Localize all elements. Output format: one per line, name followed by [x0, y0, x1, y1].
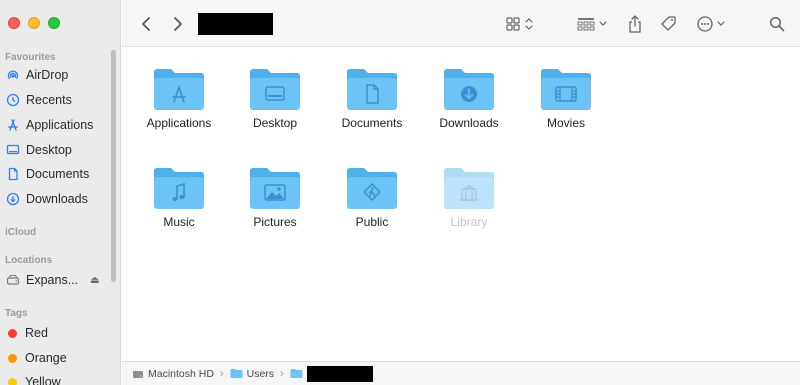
- minimize-window-button[interactable]: [28, 17, 40, 29]
- desktop-icon: [6, 143, 20, 157]
- pictures-folder-icon: [248, 165, 302, 211]
- folder-icon: [230, 369, 243, 378]
- sidebar-item-label: Orange: [25, 351, 67, 365]
- folder-pictures[interactable]: Pictures: [226, 165, 324, 229]
- public-folder-icon: [345, 165, 399, 211]
- folder-movies[interactable]: Movies: [517, 66, 615, 130]
- path-crumb-home[interactable]: [290, 365, 373, 382]
- sidebar-item-label: Yellow: [25, 375, 61, 385]
- folder-desktop[interactable]: Desktop: [226, 66, 324, 130]
- search-icon: [769, 16, 785, 32]
- section-title-locations: Locations: [5, 255, 53, 266]
- sidebar-item-downloads[interactable]: Downloads: [6, 189, 114, 209]
- sidebar-item-label: Expans...: [26, 273, 79, 287]
- folder-library[interactable]: Library: [420, 165, 518, 229]
- folder-label: Movies: [546, 116, 585, 130]
- section-title-tags: Tags: [5, 308, 28, 319]
- back-chevron-icon: [142, 17, 150, 31]
- path-crumb-label: Users: [246, 367, 275, 380]
- sidebar-tag-yellow[interactable]: Yellow: [6, 372, 114, 385]
- folder-music[interactable]: Music: [130, 165, 228, 229]
- sidebar-item-desktop[interactable]: Desktop: [6, 140, 114, 160]
- path-crumb-label: Macintosh HD: [148, 367, 214, 380]
- sidebar-item-label: AirDrop: [26, 68, 69, 82]
- sidebar-item-label: Documents: [26, 167, 90, 181]
- home-folder-name-redacted: [306, 365, 373, 382]
- forward-chevron-icon: [174, 17, 182, 31]
- folder-public[interactable]: Public: [323, 165, 421, 229]
- path-crumb-users[interactable]: Users: [230, 368, 274, 380]
- sidebar-item-documents[interactable]: Documents: [6, 164, 114, 184]
- ellipsis-circle-icon: [697, 16, 725, 32]
- path-separator-icon: ›: [219, 367, 224, 380]
- folder-label: Pictures: [253, 215, 297, 229]
- section-title-favourites: Favourites: [5, 52, 56, 63]
- sidebar-item-label: Applications: [26, 118, 94, 132]
- folder-documents[interactable]: Documents: [323, 66, 421, 130]
- zoom-window-button[interactable]: [48, 17, 60, 29]
- hard-disk-icon: [133, 370, 143, 378]
- search-button[interactable]: [766, 12, 788, 36]
- back-button[interactable]: [136, 12, 156, 36]
- sidebar-tag-orange[interactable]: Orange: [6, 348, 114, 368]
- applications-icon: [6, 118, 20, 132]
- folder-label: Music: [163, 215, 195, 229]
- sidebar-item-label: Recents: [26, 93, 72, 107]
- folder-label: Documents: [341, 116, 403, 130]
- window-title-redacted: [198, 13, 273, 35]
- sidebar-item-label: Red: [25, 326, 48, 340]
- tag-red-dot: [8, 328, 17, 338]
- drive-icon: [6, 273, 20, 287]
- downloads-folder-icon: [442, 66, 496, 112]
- sidebar-tag-red[interactable]: Red: [6, 323, 114, 343]
- music-folder-icon: [152, 165, 206, 211]
- movies-folder-icon: [539, 66, 593, 112]
- folder-label: Desktop: [252, 116, 298, 130]
- eject-icon[interactable]: ⏏: [90, 275, 99, 286]
- download-icon: [6, 192, 20, 206]
- folder-grid: Applications Desktop Documents Downloads…: [122, 48, 800, 360]
- path-bar: Macintosh HD › Users ›: [122, 361, 800, 385]
- sidebar-item-label: Desktop: [26, 143, 72, 157]
- tag-button[interactable]: [658, 12, 680, 36]
- tag-icon: [661, 16, 676, 31]
- folder-icon: [290, 369, 303, 378]
- section-title-icloud: iCloud: [5, 227, 37, 238]
- sidebar-item-expansion-drive[interactable]: Expans... ⏏: [6, 270, 114, 290]
- folder-downloads[interactable]: Downloads: [420, 66, 518, 130]
- desktop-folder-icon: [248, 66, 302, 112]
- sidebar-item-applications[interactable]: Applications: [6, 115, 114, 135]
- clock-icon: [6, 93, 20, 107]
- documents-folder-icon: [345, 66, 399, 112]
- folder-applications[interactable]: Applications: [130, 66, 228, 130]
- folder-label: Public: [355, 215, 389, 229]
- tag-orange-dot: [8, 353, 17, 363]
- close-window-button[interactable]: [8, 17, 20, 29]
- forward-button[interactable]: [168, 12, 188, 36]
- toolbar: [122, 0, 800, 47]
- path-crumb-disk[interactable]: Macintosh HD: [132, 368, 214, 380]
- sidebar: Favourites AirDrop Recents Applications …: [0, 0, 121, 385]
- library-folder-icon: [442, 165, 496, 211]
- document-icon: [6, 167, 20, 181]
- folder-label: Applications: [146, 116, 212, 130]
- sidebar-item-label: Downloads: [26, 192, 88, 206]
- sidebar-item-airdrop[interactable]: AirDrop: [6, 65, 114, 85]
- share-icon: [629, 15, 641, 33]
- folder-label: Downloads: [439, 116, 499, 130]
- tag-yellow-dot: [8, 377, 17, 385]
- view-mode-button[interactable]: [504, 12, 540, 36]
- airdrop-icon: [6, 68, 20, 82]
- applications-folder-icon: [152, 66, 206, 112]
- folder-label: Library: [450, 215, 488, 229]
- sidebar-item-recents[interactable]: Recents: [6, 90, 114, 110]
- share-button[interactable]: [624, 12, 646, 36]
- group-by-button[interactable]: [576, 12, 612, 36]
- window-controls: [8, 17, 60, 29]
- more-actions-button[interactable]: [696, 12, 730, 36]
- group-by-icon: [577, 18, 607, 31]
- icon-grid-view-icon: [506, 17, 533, 31]
- path-separator-icon: ›: [280, 367, 284, 380]
- sidebar-scrollbar[interactable]: [111, 50, 116, 282]
